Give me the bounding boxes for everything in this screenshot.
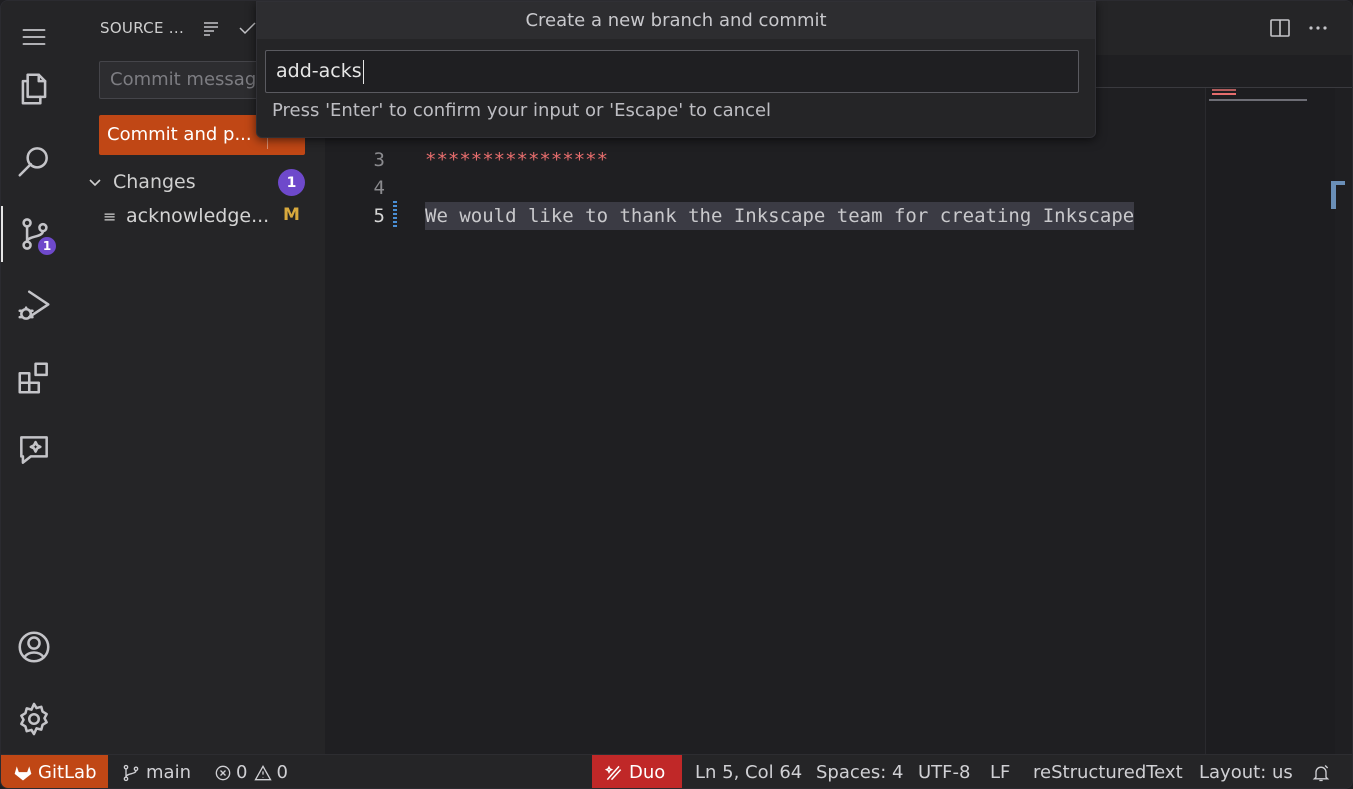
- chat-icon[interactable]: [1, 422, 67, 478]
- notifications-bell-icon[interactable]: [1311, 755, 1336, 788]
- line-number: 3: [373, 149, 385, 171]
- encoding-item[interactable]: UTF-8: [918, 755, 970, 788]
- extensions-icon[interactable]: [1, 350, 67, 406]
- code-text: ****************: [425, 149, 609, 171]
- quick-input-title: Create a new branch and commit: [257, 2, 1095, 39]
- git-branch-icon: [123, 764, 139, 781]
- minimap[interactable]: [1205, 88, 1335, 754]
- code-text: We would like to thank the Inkscape team…: [425, 202, 1135, 230]
- accounts-icon[interactable]: [1, 619, 67, 675]
- warning-count: 0: [276, 762, 288, 783]
- minimap-line: [1209, 99, 1307, 101]
- code-line[interactable]: 4: [325, 174, 1205, 202]
- line-number: 5: [373, 205, 385, 227]
- duo-icon: [604, 764, 622, 780]
- run-debug-icon[interactable]: [1, 278, 67, 334]
- code-line[interactable]: 3 ****************: [325, 146, 1205, 174]
- chevron-down-icon: [87, 172, 107, 192]
- app-window: 1 SOURCE ... Commit messag Commit and p.…: [0, 0, 1353, 789]
- language-mode-item[interactable]: reStructuredText: [1033, 755, 1183, 788]
- minimap-line: [1212, 89, 1236, 91]
- code-line-current[interactable]: 5 We would like to thank the Inkscape te…: [325, 202, 1205, 230]
- sidebar-title: SOURCE ...: [100, 19, 185, 37]
- split-editor-icon[interactable]: [1268, 16, 1292, 40]
- quick-input-hint: Press 'Enter' to confirm your input or '…: [272, 100, 772, 121]
- branch-status-item[interactable]: main: [121, 755, 191, 788]
- changed-file-name: acknowledge...: [126, 205, 270, 227]
- status-bar: GitLab main 0 0 Duo Ln 5, Col 64 Spaces:…: [1, 754, 1352, 788]
- search-icon[interactable]: [1, 133, 67, 189]
- gitlab-status-item[interactable]: GitLab: [1, 755, 108, 788]
- eol-item[interactable]: LF: [990, 755, 1010, 788]
- keyboard-layout-item[interactable]: Layout: us: [1199, 755, 1293, 788]
- source-control-icon[interactable]: [1, 206, 67, 262]
- error-count: 0: [236, 762, 248, 783]
- line-number: 4: [373, 177, 385, 199]
- duo-status-item[interactable]: Duo: [592, 755, 682, 788]
- indentation-item[interactable]: Spaces: 4: [816, 755, 903, 788]
- text-caret: [362, 59, 364, 84]
- gitlab-icon: [14, 765, 32, 780]
- changed-file-item[interactable]: ≡ acknowledge...: [103, 203, 309, 229]
- branch-name: main: [146, 762, 191, 783]
- warning-icon: [254, 764, 273, 780]
- changes-label: Changes: [113, 171, 196, 193]
- more-actions-icon[interactable]: [1306, 16, 1330, 40]
- settings-gear-icon[interactable]: [1, 691, 67, 747]
- duo-label: Duo: [629, 762, 666, 783]
- file-status-modified: M: [283, 205, 300, 225]
- activity-bar: 1: [1, 1, 67, 754]
- explorer-icon[interactable]: [1, 61, 67, 117]
- view-as-list-icon[interactable]: [201, 18, 221, 38]
- changes-count-badge: 1: [278, 169, 305, 196]
- minimap-line: [1212, 93, 1236, 95]
- error-icon: [215, 765, 231, 780]
- problems-status-item[interactable]: 0 0: [213, 755, 288, 788]
- gutter-change-marker: [393, 201, 397, 229]
- source-control-badge: 1: [36, 235, 58, 257]
- scrollbar-position-marker[interactable]: [1331, 181, 1345, 209]
- menu-icon[interactable]: [1, 9, 67, 65]
- branch-name-value: add-acks: [276, 60, 362, 82]
- branch-name-input[interactable]: add-acks: [265, 50, 1079, 93]
- gitlab-label: GitLab: [38, 762, 97, 783]
- commit-check-icon[interactable]: [237, 18, 257, 38]
- quick-input-widget: Create a new branch and commit add-acks …: [256, 1, 1096, 138]
- text-file-icon: ≡: [103, 206, 117, 226]
- cursor-position-item[interactable]: Ln 5, Col 64: [695, 755, 802, 788]
